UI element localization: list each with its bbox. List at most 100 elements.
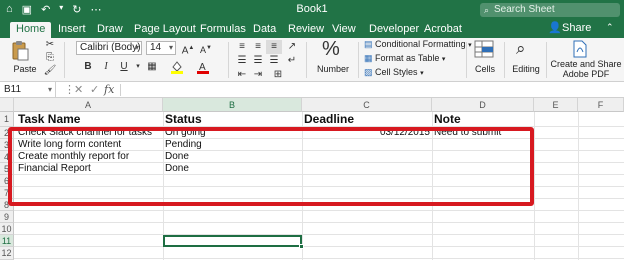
column-header-d[interactable]: D bbox=[432, 98, 534, 112]
chevron-down-icon: ▾ bbox=[441, 56, 446, 63]
row-header[interactable]: 10 bbox=[0, 223, 14, 235]
tab-formulas[interactable]: Formulas bbox=[200, 22, 246, 38]
align-top-icon[interactable]: ≡ bbox=[234, 40, 250, 54]
tab-home[interactable]: Home bbox=[10, 22, 52, 38]
align-right-icon[interactable]: ☰ bbox=[266, 54, 282, 68]
font-size-value: 14 bbox=[150, 42, 162, 53]
active-cell[interactable] bbox=[163, 235, 304, 249]
increase-font-size-icon[interactable]: A▲ bbox=[180, 41, 196, 56]
divider bbox=[546, 42, 547, 78]
number-format-button[interactable]: Number bbox=[314, 64, 352, 74]
clipboard-icon[interactable] bbox=[10, 40, 30, 61]
divider bbox=[306, 42, 307, 78]
font-name-select[interactable]: Calibri (Body) ▾ bbox=[76, 41, 142, 55]
divider bbox=[358, 42, 359, 78]
formula-input[interactable] bbox=[126, 84, 616, 96]
conditional-formatting-label: Conditional Formatting bbox=[375, 39, 466, 49]
conditional-formatting-button[interactable]: ▤ Conditional Formatting ▾ bbox=[364, 39, 472, 51]
editing-label[interactable]: Editing bbox=[510, 64, 542, 74]
format-as-table-label: Format as Table bbox=[375, 53, 440, 63]
orientation-icon[interactable]: ↗ bbox=[284, 40, 300, 54]
font-color-icon[interactable]: A bbox=[196, 60, 210, 74]
header-status[interactable]: Status bbox=[165, 112, 202, 126]
merge-center-icon[interactable]: ⊞ bbox=[270, 68, 286, 82]
cell-styles-button[interactable]: ▨ Cell Styles ▾ bbox=[364, 67, 424, 79]
table-icon: ▦ bbox=[364, 53, 373, 63]
search-sheet-field[interactable]: ⌕ Search Sheet bbox=[480, 3, 620, 17]
row-header[interactable]: 9 bbox=[0, 211, 14, 223]
tab-page-layout[interactable]: Page Layout bbox=[134, 22, 196, 38]
column-header-e[interactable]: E bbox=[534, 98, 578, 112]
gridline bbox=[14, 210, 624, 211]
create-share-pdf-label-2[interactable]: Adobe PDF bbox=[548, 69, 624, 79]
function-icon[interactable]: fx bbox=[104, 83, 114, 96]
italic-button[interactable]: I bbox=[98, 60, 114, 74]
bold-button[interactable]: B bbox=[80, 60, 96, 74]
percent-icon[interactable]: % bbox=[322, 38, 340, 61]
chevron-down-icon: ▾ bbox=[468, 42, 472, 49]
column-header-a[interactable]: A bbox=[14, 98, 163, 112]
chevron-down-icon: ▾ bbox=[47, 85, 52, 94]
column-header-c[interactable]: C bbox=[302, 98, 432, 112]
increase-indent-icon[interactable]: ⇥ bbox=[250, 68, 266, 82]
tab-data[interactable]: Data bbox=[253, 22, 276, 38]
cancel-icon[interactable]: ✕ bbox=[74, 83, 83, 96]
chevron-down-icon: ▾ bbox=[134, 43, 139, 52]
chevron-up-icon[interactable]: ⌃ bbox=[606, 22, 614, 33]
font-size-select[interactable]: 14 ▾ bbox=[146, 41, 176, 55]
select-all-corner[interactable] bbox=[0, 98, 14, 112]
divider bbox=[228, 42, 229, 78]
tab-view[interactable]: View bbox=[332, 22, 356, 38]
pdf-icon[interactable] bbox=[572, 40, 588, 61]
cell-styles-label: Cell Styles bbox=[375, 67, 418, 77]
ribbon-home: Paste ✂ ⎘ 🖌 Calibri (Body) ▾ 14 ▾ A▲ A▼ B … bbox=[0, 38, 624, 82]
header-note[interactable]: Note bbox=[434, 112, 461, 126]
row-header[interactable]: 11 bbox=[0, 235, 14, 247]
tab-acrobat[interactable]: Acrobat bbox=[424, 22, 462, 38]
align-bottom-icon[interactable]: ≡ bbox=[266, 40, 282, 54]
column-header-b[interactable]: B bbox=[163, 98, 302, 112]
title-bar: ⌂ ▣ ↶ ▾ ↻ ⋯ Book1 ⌕ Search Sheet bbox=[0, 0, 624, 20]
copy-icon[interactable]: ⎘ bbox=[42, 51, 58, 65]
align-middle-icon[interactable]: ≡ bbox=[250, 40, 266, 54]
ribbon-tab-bar: Home Insert Draw Page Layout Formulas Da… bbox=[0, 20, 624, 38]
header-deadline[interactable]: Deadline bbox=[304, 112, 354, 126]
cells-label[interactable]: Cells bbox=[472, 64, 498, 74]
decrease-indent-icon[interactable]: ⇤ bbox=[234, 68, 250, 82]
highlight-box bbox=[8, 127, 534, 206]
tab-insert[interactable]: Insert bbox=[58, 22, 86, 38]
format-as-table-button[interactable]: ▦ Format as Table ▾ bbox=[364, 53, 445, 65]
fill-color-icon[interactable] bbox=[170, 60, 184, 74]
column-header-f[interactable]: F bbox=[578, 98, 624, 112]
align-left-icon[interactable]: ☰ bbox=[234, 54, 250, 68]
row-header[interactable]: 1 bbox=[0, 112, 14, 127]
chevron-down-icon: ▾ bbox=[420, 70, 424, 77]
decrease-font-size-icon[interactable]: A▼ bbox=[198, 41, 214, 55]
search-icon[interactable]: ⌕ bbox=[516, 39, 526, 59]
borders-icon[interactable]: ▦ bbox=[144, 60, 160, 74]
create-share-pdf-label-1[interactable]: Create and Share bbox=[548, 59, 624, 69]
wrap-text-icon[interactable]: ↵ bbox=[284, 54, 300, 68]
gridline bbox=[534, 112, 535, 260]
gridline bbox=[14, 234, 624, 235]
tab-draw[interactable]: Draw bbox=[97, 22, 123, 38]
row-header[interactable]: 12 bbox=[0, 247, 14, 260]
tab-developer[interactable]: Developer bbox=[369, 22, 419, 38]
person-add-icon[interactable]: 👤 bbox=[548, 21, 562, 34]
name-box[interactable]: B11 ▾ bbox=[0, 82, 56, 98]
tab-review[interactable]: Review bbox=[288, 22, 324, 38]
check-icon[interactable]: ✓ bbox=[90, 83, 99, 96]
gridline bbox=[14, 222, 624, 223]
cut-icon[interactable]: ✂ bbox=[42, 38, 58, 52]
conditional-formatting-icon: ▤ bbox=[364, 39, 373, 49]
paste-label[interactable]: Paste bbox=[12, 64, 38, 74]
font-name-value: Calibri (Body) bbox=[80, 42, 141, 53]
share-button[interactable]: Share bbox=[562, 20, 591, 37]
format-painter-icon[interactable]: 🖌 bbox=[42, 64, 58, 78]
divider bbox=[120, 84, 121, 96]
align-center-icon[interactable]: ☰ bbox=[250, 54, 266, 68]
fill-handle[interactable] bbox=[299, 244, 304, 249]
cells-icon[interactable] bbox=[474, 40, 494, 61]
header-task-name[interactable]: Task Name bbox=[18, 112, 80, 126]
gridline bbox=[14, 258, 624, 259]
